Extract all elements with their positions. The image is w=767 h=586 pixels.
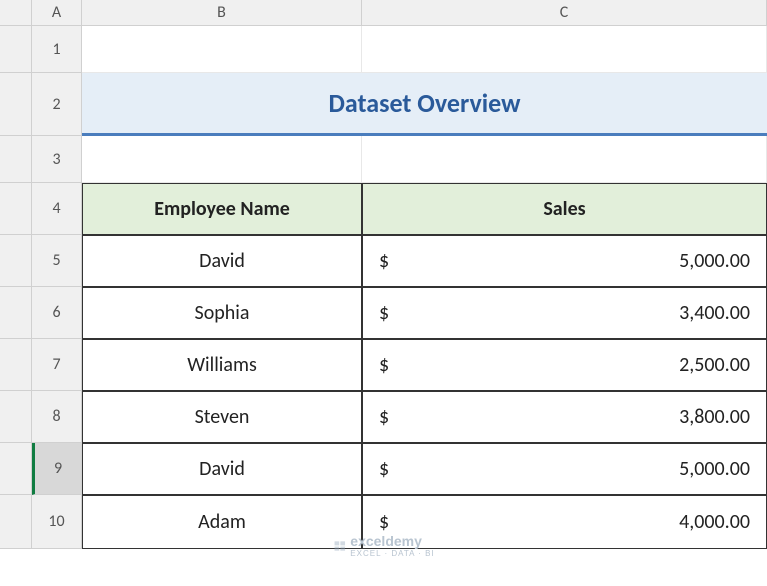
cell-b1[interactable] — [82, 26, 362, 73]
gutter — [0, 391, 32, 443]
gutter — [0, 339, 32, 391]
row-header-3[interactable]: 3 — [32, 136, 82, 183]
table-header-employee[interactable]: Employee Name — [82, 183, 362, 235]
cell-b3[interactable] — [82, 136, 362, 183]
currency-symbol: $ — [379, 405, 389, 429]
table-cell-name[interactable]: David — [82, 235, 362, 287]
select-all-corner[interactable] — [0, 0, 32, 26]
gutter — [0, 73, 32, 136]
currency-symbol: $ — [379, 249, 389, 273]
gutter — [0, 136, 32, 183]
page-title[interactable]: Dataset Overview — [82, 73, 767, 136]
table-cell-name[interactable]: Williams — [82, 339, 362, 391]
gutter — [0, 443, 32, 495]
currency-symbol: $ — [379, 353, 389, 377]
table-cell-name[interactable]: Adam — [82, 495, 362, 549]
column-header-c[interactable]: C — [362, 0, 767, 26]
cell-c3[interactable] — [362, 136, 767, 183]
table-cell-sales[interactable]: $ 2,500.00 — [362, 339, 767, 391]
row-header-6[interactable]: 6 — [32, 287, 82, 339]
table-cell-sales[interactable]: $ 5,000.00 — [362, 443, 767, 495]
watermark-tagline: EXCEL · DATA · BI — [350, 549, 434, 558]
sales-amount: 5,000.00 — [679, 457, 750, 481]
sales-amount: 5,000.00 — [679, 249, 750, 273]
sales-amount: 3,800.00 — [679, 405, 750, 429]
gutter — [0, 235, 32, 287]
row-header-9[interactable]: 9 — [32, 443, 82, 495]
row-header-8[interactable]: 8 — [32, 391, 82, 443]
sales-amount: 2,500.00 — [679, 353, 750, 377]
sales-amount: 3,400.00 — [679, 301, 750, 325]
row-header-1[interactable]: 1 — [32, 26, 82, 73]
row-header-7[interactable]: 7 — [32, 339, 82, 391]
gutter — [0, 495, 32, 549]
row-header-2[interactable]: 2 — [32, 73, 82, 136]
gutter — [0, 287, 32, 339]
sales-amount: 4,000.00 — [679, 510, 750, 534]
table-cell-sales[interactable]: $ 5,000.00 — [362, 235, 767, 287]
table-header-sales[interactable]: Sales — [362, 183, 767, 235]
row-header-10[interactable]: 10 — [32, 495, 82, 549]
table-cell-name[interactable]: Steven — [82, 391, 362, 443]
column-header-b[interactable]: B — [82, 0, 362, 26]
column-header-a[interactable]: A — [32, 0, 82, 26]
spreadsheet-grid: A B C 1 2 Dataset Overview 3 4 Employee … — [0, 0, 767, 549]
table-cell-name[interactable]: David — [82, 443, 362, 495]
currency-symbol: $ — [379, 301, 389, 325]
table-cell-name[interactable]: Sophia — [82, 287, 362, 339]
gutter — [0, 26, 32, 73]
gutter — [0, 183, 32, 235]
row-header-4[interactable]: 4 — [32, 183, 82, 235]
currency-symbol: $ — [379, 510, 389, 534]
table-cell-sales[interactable]: $ 3,800.00 — [362, 391, 767, 443]
cell-c1[interactable] — [362, 26, 767, 73]
row-header-5[interactable]: 5 — [32, 235, 82, 287]
table-cell-sales[interactable]: $ 3,400.00 — [362, 287, 767, 339]
currency-symbol: $ — [379, 457, 389, 481]
table-cell-sales[interactable]: $ 4,000.00 — [362, 495, 767, 549]
